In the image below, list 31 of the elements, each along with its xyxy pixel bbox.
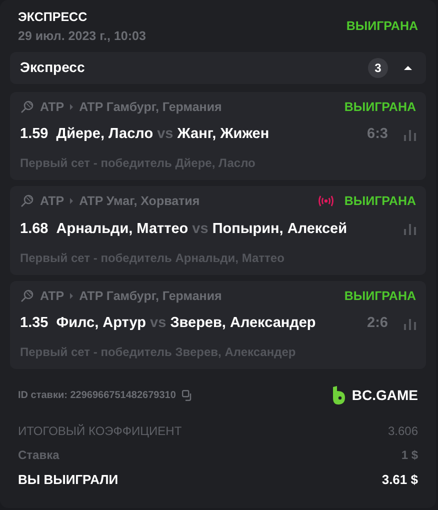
sport-label: ATP bbox=[40, 288, 64, 304]
event-status: ВЫИГРАНА bbox=[344, 193, 416, 210]
express-label: Экспресс bbox=[20, 58, 85, 77]
brand-name: BC.GAME bbox=[352, 386, 418, 405]
express-toggle[interactable]: Экспресс 3 bbox=[10, 52, 426, 84]
bet-id: ID ставки: 2296966751482679310 bbox=[18, 389, 176, 403]
event-status: ВЫИГРАНА bbox=[344, 98, 416, 116]
count-badge: 3 bbox=[368, 58, 388, 78]
score-value: 2:6 bbox=[367, 314, 388, 334]
match-title: Дйере, Ласло vs Жанг, Жижен bbox=[56, 125, 270, 144]
tournament-label: ATP Умаг, Хорватия bbox=[79, 193, 200, 210]
total-label: ВЫ ВЫИГРАЛИ bbox=[18, 471, 118, 489]
tournament-label: ATP Гамбург, Германия bbox=[79, 98, 222, 116]
odds-value: 1.35 bbox=[20, 314, 48, 334]
odds-value: 1.59 bbox=[20, 125, 48, 144]
match-title: Филс, Артур vs Зверев, Александер bbox=[56, 314, 316, 334]
total-label: Ставка bbox=[18, 447, 60, 464]
total-value: 1 $ bbox=[401, 447, 418, 464]
odds-value: 1.68 bbox=[20, 220, 48, 239]
bet-status: ВЫИГРАНА bbox=[346, 18, 418, 36]
event-status: ВЫИГРАНА bbox=[344, 288, 416, 304]
bet-type-title: ЭКСПРЕСС bbox=[18, 9, 88, 26]
sport-label: ATP bbox=[40, 193, 64, 210]
match-title: Арнальди, Маттео vs Попырин, Алексей bbox=[56, 220, 348, 239]
bet-date: 29 июл. 2023 г., 10:03 bbox=[18, 28, 146, 45]
tournament-label: ATP Гамбург, Германия bbox=[79, 288, 222, 305]
sport-label: ATP bbox=[40, 98, 64, 116]
score-value: 6:3 bbox=[367, 125, 388, 144]
total-label: ИТОГОВЫЙ КОЭФФИЦИЕНТ bbox=[18, 423, 182, 440]
total-value: 3.606 bbox=[388, 423, 418, 440]
total-value: 3.61 $ bbox=[382, 471, 418, 489]
